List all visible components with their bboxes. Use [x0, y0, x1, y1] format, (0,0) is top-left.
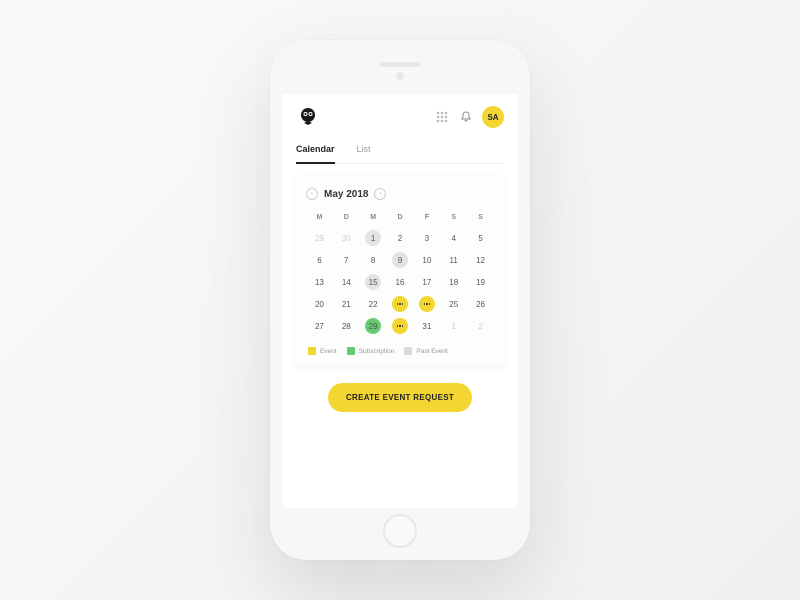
- app-logo-icon: [296, 105, 320, 129]
- screen: SA Calendar List ‹ May 2018 › MDMDFSS 29…: [282, 94, 518, 508]
- month-nav: ‹ May 2018 ›: [306, 188, 494, 200]
- weekday-row: MDMDFSS: [306, 210, 494, 227]
- day-cell[interactable]: 29: [306, 227, 333, 249]
- next-month-button[interactable]: ›: [374, 188, 386, 200]
- day-cell[interactable]: 20: [306, 293, 333, 315]
- legend: Event Subscription Past Event: [306, 347, 494, 355]
- day-cell[interactable]: 3: [413, 227, 440, 249]
- calendar-card: ‹ May 2018 › MDMDFSS 2930123456789101112…: [296, 176, 504, 365]
- day-cell[interactable]: 6: [306, 249, 333, 271]
- tab-calendar[interactable]: Calendar: [296, 144, 335, 164]
- day-cell[interactable]: 25: [440, 293, 467, 315]
- topbar-actions: SA: [434, 106, 504, 128]
- day-cell[interactable]: 28: [333, 315, 360, 337]
- weekday-label: F: [413, 210, 440, 227]
- day-cell[interactable]: 11: [440, 249, 467, 271]
- legend-subscription: Subscription: [347, 347, 395, 355]
- day-cell[interactable]: 1: [360, 227, 387, 249]
- day-cell[interactable]: 10: [413, 249, 440, 271]
- weekday-label: D: [333, 210, 360, 227]
- avatar[interactable]: SA: [482, 106, 504, 128]
- day-cell[interactable]: [387, 315, 414, 337]
- day-cell[interactable]: 14: [333, 271, 360, 293]
- day-cell[interactable]: [413, 293, 440, 315]
- weekday-label: S: [440, 210, 467, 227]
- bell-icon[interactable]: [458, 109, 474, 125]
- day-cell[interactable]: 17: [413, 271, 440, 293]
- create-event-button[interactable]: CREATE EVENT REQUEST: [328, 383, 472, 412]
- legend-event: Event: [308, 347, 337, 355]
- day-cell[interactable]: 7: [333, 249, 360, 271]
- weekday-label: D: [387, 210, 414, 227]
- day-cell[interactable]: 29: [360, 315, 387, 337]
- day-cell[interactable]: 31: [413, 315, 440, 337]
- tab-list[interactable]: List: [357, 144, 371, 163]
- weekday-label: M: [306, 210, 333, 227]
- prev-month-button[interactable]: ‹: [306, 188, 318, 200]
- day-cell[interactable]: 15: [360, 271, 387, 293]
- legend-past: Past Event: [404, 347, 447, 355]
- day-cell[interactable]: 4: [440, 227, 467, 249]
- weekday-label: S: [467, 210, 494, 227]
- grid-icon[interactable]: [434, 109, 450, 125]
- phone-frame: SA Calendar List ‹ May 2018 › MDMDFSS 29…: [270, 40, 530, 560]
- month-label: May 2018: [324, 189, 368, 200]
- day-cell[interactable]: [387, 293, 414, 315]
- day-cell[interactable]: 18: [440, 271, 467, 293]
- day-cell[interactable]: 8: [360, 249, 387, 271]
- days-grid: 2930123456789101112131415161718192021222…: [306, 227, 494, 337]
- day-cell[interactable]: 26: [467, 293, 494, 315]
- day-cell[interactable]: 13: [306, 271, 333, 293]
- day-cell[interactable]: 2: [467, 315, 494, 337]
- weekday-label: M: [360, 210, 387, 227]
- day-cell[interactable]: 5: [467, 227, 494, 249]
- tabs: Calendar List: [296, 144, 504, 164]
- day-cell[interactable]: 21: [333, 293, 360, 315]
- day-cell[interactable]: 12: [467, 249, 494, 271]
- day-cell[interactable]: 19: [467, 271, 494, 293]
- day-cell[interactable]: 2: [387, 227, 414, 249]
- day-cell[interactable]: 16: [387, 271, 414, 293]
- home-button[interactable]: [383, 514, 417, 548]
- avatar-initials: SA: [487, 113, 498, 122]
- day-cell[interactable]: 9: [387, 249, 414, 271]
- day-cell[interactable]: 22: [360, 293, 387, 315]
- day-cell[interactable]: 1: [440, 315, 467, 337]
- day-cell[interactable]: 27: [306, 315, 333, 337]
- day-cell[interactable]: 30: [333, 227, 360, 249]
- topbar: SA: [296, 104, 504, 130]
